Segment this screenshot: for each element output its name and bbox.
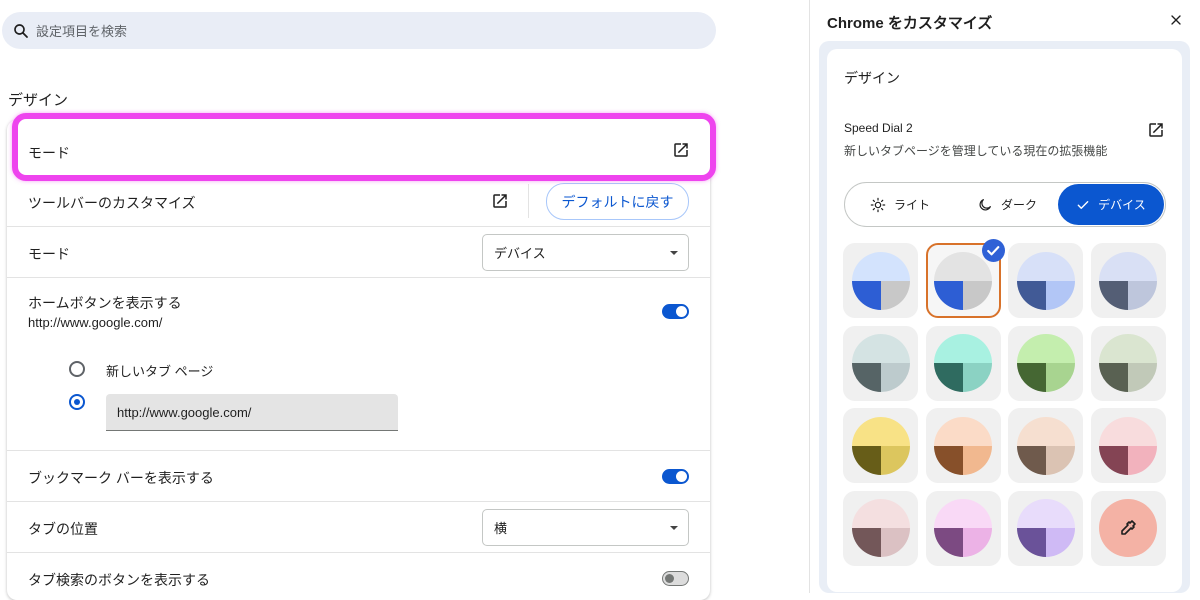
row-divider (528, 184, 529, 218)
color-swatch[interactable] (1090, 325, 1166, 401)
sun-icon (870, 197, 886, 212)
tab-position-label: タブの位置 (28, 521, 98, 537)
extension-description: 新しいタブページを管理している現在の拡張機能 (844, 144, 1108, 158)
design-settings-card: ツールバーのカスタマイズ デフォルトに戻す モード デバイス ホームボタンを表示… (7, 120, 710, 600)
moon-icon (979, 198, 991, 210)
chevron-down-icon (670, 526, 678, 530)
home-button-label: ホームボタンを表示する (28, 295, 182, 311)
color-swatch[interactable] (1008, 325, 1083, 401)
color-disc (1099, 334, 1157, 392)
color-swatch[interactable] (843, 243, 918, 318)
color-swatch[interactable] (925, 408, 1001, 483)
search-icon (14, 23, 28, 38)
mode-row: モード デバイス (7, 226, 710, 277)
tab-position-select[interactable]: 横 (482, 509, 689, 546)
color-swatch[interactable] (925, 325, 1001, 401)
bookmark-bar-row: ブックマーク バーを表示する (7, 450, 710, 501)
color-disc (851, 251, 910, 310)
close-icon[interactable] (1168, 12, 1184, 28)
color-disc (934, 499, 992, 557)
highlighted-mode-label: モード (28, 145, 70, 161)
radio-new-tab-label: 新しいタブ ページ (106, 364, 214, 379)
color-swatch[interactable] (843, 490, 918, 566)
customize-panel-title: Chrome をカスタマイズ (827, 15, 993, 32)
section-title-design: デザイン (8, 92, 69, 109)
home-url-input[interactable]: http://www.google.com/ (106, 394, 398, 431)
search-input-placeholder[interactable]: 設定項目を検索 (36, 21, 127, 40)
color-disc (851, 499, 910, 557)
color-swatch[interactable] (843, 325, 918, 401)
settings-search-bar[interactable]: 設定項目を検索 (2, 12, 716, 49)
radio-custom-url[interactable] (69, 394, 85, 410)
tab-position-select-value: 横 (494, 521, 508, 536)
tab-search-label: タブ検索のボタンを表示する (28, 572, 210, 588)
chevron-down-icon (670, 251, 678, 255)
custom-color-disc (1099, 499, 1157, 557)
settings-pane: 設定項目を検索 デザイン ツールバーのカスタマイズ デフォルトに戻す モード デ… (0, 0, 810, 600)
radio-new-tab[interactable] (69, 361, 85, 377)
highlighted-mode-row[interactable]: モード (12, 113, 716, 181)
color-disc (1016, 251, 1075, 310)
tab-position-row: タブの位置 横 (7, 501, 710, 552)
theme-mode-segmented: ライト ダーク デバイス (844, 182, 1166, 227)
home-button-toggle[interactable] (662, 304, 689, 319)
color-disc (1016, 416, 1075, 475)
pane-divider (809, 0, 810, 593)
color-swatch[interactable] (1090, 408, 1166, 483)
color-disc (851, 334, 910, 392)
color-disc (851, 416, 910, 475)
selected-check-icon (981, 239, 1005, 262)
toolbar-customize-row[interactable]: ツールバーのカスタマイズ デフォルトに戻す (7, 176, 710, 226)
color-disc (934, 416, 992, 475)
color-disc (1099, 251, 1157, 310)
mode-dark-label: ダーク (1000, 198, 1037, 212)
mode-label: モード (28, 246, 70, 262)
mode-select[interactable]: デバイス (482, 234, 689, 271)
reset-to-default-button[interactable]: デフォルトに戻す (546, 183, 689, 220)
color-swatch[interactable] (1008, 490, 1083, 566)
color-swatch[interactable] (1008, 243, 1083, 318)
mode-dark-button[interactable]: ダーク (955, 183, 1059, 226)
open-external-icon[interactable] (1147, 121, 1165, 139)
bookmark-bar-toggle[interactable] (662, 469, 689, 484)
home-button-url: http://www.google.com/ (28, 315, 163, 330)
toolbar-customize-label: ツールバーのカスタマイズ (28, 195, 196, 211)
bookmark-bar-label: ブックマーク バーを表示する (28, 470, 214, 486)
color-disc (1016, 499, 1075, 557)
mode-light-label: ライト (893, 198, 930, 212)
color-disc (934, 334, 992, 392)
color-swatch[interactable] (1008, 408, 1083, 483)
custom-color-swatch[interactable] (1090, 490, 1166, 566)
extension-name: Speed Dial 2 (844, 121, 913, 135)
mode-light-button[interactable]: ライト (845, 183, 955, 226)
mode-device-button[interactable]: デバイス (1058, 184, 1164, 225)
color-disc (1016, 334, 1075, 392)
mode-select-value: デバイス (494, 246, 546, 261)
tab-search-toggle[interactable] (662, 571, 689, 586)
design-card-title: デザイン (844, 70, 900, 86)
open-external-icon[interactable] (672, 141, 690, 159)
color-swatch[interactable] (843, 408, 918, 483)
mode-device-label: デバイス (1098, 198, 1146, 212)
open-external-icon[interactable] (491, 192, 509, 210)
check-icon (1077, 200, 1089, 209)
color-swatch[interactable] (925, 490, 1001, 566)
color-disc (1099, 416, 1157, 475)
color-swatch[interactable] (1090, 243, 1166, 318)
color-swatch[interactable] (925, 239, 1005, 318)
